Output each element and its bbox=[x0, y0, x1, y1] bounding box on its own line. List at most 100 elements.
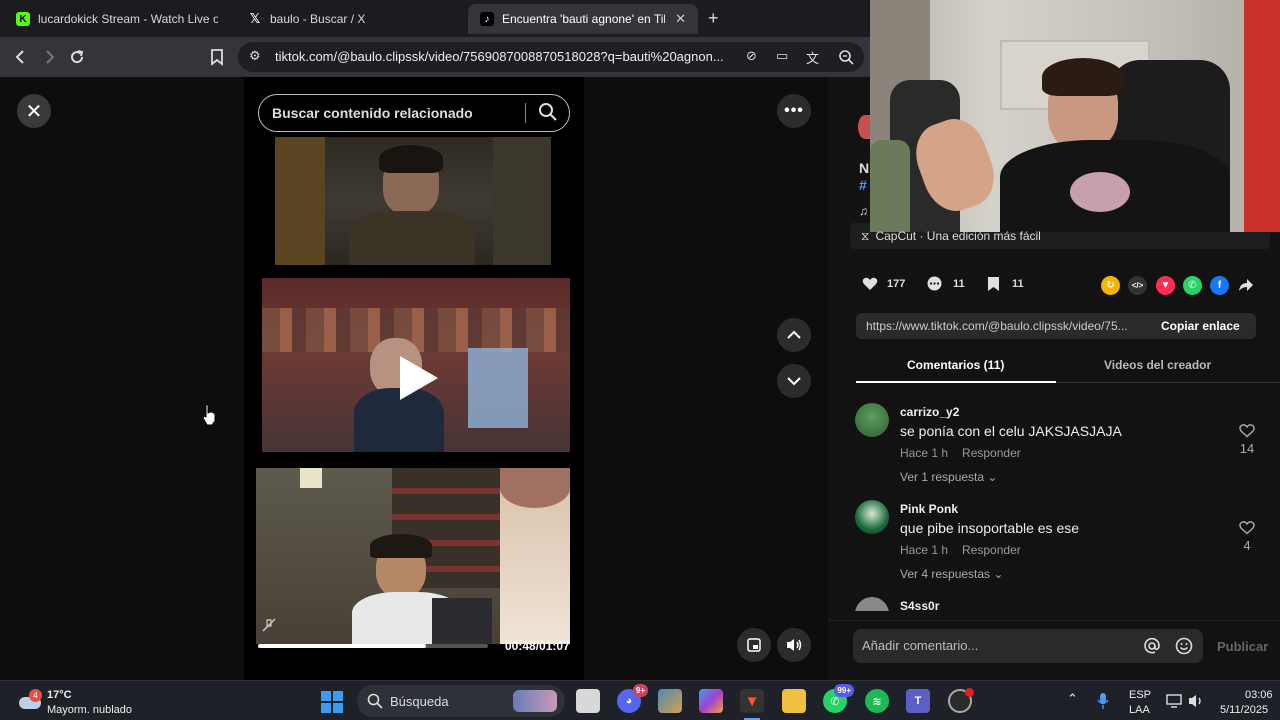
bookmark-icon[interactable] bbox=[209, 48, 225, 66]
weather-desc[interactable]: Mayorm. nublado bbox=[47, 704, 132, 716]
url-text[interactable]: tiktok.com/@baulo.clipssk/video/75690870… bbox=[275, 49, 731, 64]
comment-item: Pink Ponk que pibe insoportable es ese H… bbox=[855, 500, 1255, 581]
avatar[interactable] bbox=[855, 403, 889, 437]
zoom-icon[interactable] bbox=[838, 49, 854, 65]
clock-time[interactable]: 03:06 bbox=[1245, 689, 1273, 701]
previous-video-button[interactable] bbox=[777, 318, 811, 352]
heart-icon[interactable] bbox=[862, 276, 878, 291]
weather-badge: 4 bbox=[29, 689, 42, 702]
reply-button[interactable]: Responder bbox=[962, 543, 1021, 557]
emoji-icon[interactable] bbox=[1175, 637, 1193, 655]
discord-icon[interactable]: ◕ 9+ bbox=[617, 684, 648, 713]
facebook-icon[interactable]: f bbox=[1210, 276, 1229, 295]
tab-comments[interactable]: Comentarios (11) bbox=[907, 358, 1004, 372]
task-view-icon[interactable] bbox=[576, 689, 600, 713]
tab-title: Encuentra 'bauti agnone' en TikT bbox=[502, 12, 666, 26]
close-tab-icon[interactable]: ✕ bbox=[675, 11, 686, 27]
cast-icon[interactable]: ▭ bbox=[776, 48, 788, 64]
language-indicator[interactable]: ESP bbox=[1129, 689, 1151, 701]
comment-time: Hace 1 h bbox=[900, 543, 949, 557]
picture-in-picture-icon bbox=[747, 638, 761, 652]
avatar[interactable] bbox=[855, 597, 889, 611]
tab-creator-videos[interactable]: Videos del creador bbox=[1104, 358, 1211, 372]
publish-button[interactable]: Publicar bbox=[1217, 639, 1268, 654]
tiktok-icon: ♪ bbox=[480, 12, 494, 26]
reply-button[interactable]: Responder bbox=[962, 446, 1021, 460]
new-tab-button[interactable]: + bbox=[708, 8, 719, 29]
network-icon[interactable] bbox=[1166, 693, 1182, 709]
chevron-up-icon[interactable]: ⌃ bbox=[1067, 691, 1078, 707]
volume-button[interactable] bbox=[777, 628, 811, 662]
mute-mic-icon bbox=[262, 618, 276, 632]
play-icon[interactable] bbox=[392, 352, 444, 404]
next-video-button[interactable] bbox=[777, 364, 811, 398]
save-icon[interactable] bbox=[987, 276, 1000, 292]
volume-icon[interactable] bbox=[1188, 693, 1204, 709]
whatsapp-icon[interactable]: ✆ bbox=[1183, 276, 1202, 295]
comment-username[interactable]: carrizo_y2 bbox=[900, 405, 959, 419]
hand-cursor-icon bbox=[202, 404, 216, 426]
weather-widget[interactable]: 4 bbox=[17, 689, 43, 711]
comment-icon[interactable] bbox=[926, 276, 943, 292]
progress-bar[interactable] bbox=[258, 644, 488, 648]
video-thumbnail[interactable] bbox=[262, 278, 570, 452]
tab-x[interactable]: 𝕏 baulo - Buscar / X bbox=[236, 4, 464, 34]
browser-nav-bar: ⚙ tiktok.com/@baulo.clipssk/video/756908… bbox=[0, 37, 870, 77]
spotify-icon[interactable]: ≋ bbox=[865, 689, 889, 713]
streamer-hair bbox=[1042, 58, 1124, 96]
capcut-promo[interactable]: ⧖ CapCut · Una edición más fácil bbox=[861, 229, 1041, 244]
video-thumbnail[interactable] bbox=[256, 468, 570, 644]
teams-glyph: T bbox=[914, 695, 922, 707]
microphone-icon[interactable] bbox=[1097, 692, 1109, 710]
close-viewer-button[interactable]: ✕ bbox=[17, 94, 51, 128]
reload-icon[interactable] bbox=[68, 48, 86, 66]
back-arrow-icon[interactable] bbox=[13, 49, 29, 65]
video-thumbnail[interactable] bbox=[275, 137, 551, 265]
windows-start-icon[interactable] bbox=[321, 691, 343, 713]
x-icon: 𝕏 bbox=[249, 11, 261, 26]
address-bar[interactable]: ⚙ tiktok.com/@baulo.clipssk/video/756908… bbox=[238, 42, 864, 72]
comment-username[interactable]: S4ss0r bbox=[900, 599, 939, 611]
brave-browser-icon[interactable]: ▼ bbox=[740, 689, 764, 713]
comment-username[interactable]: Pink Ponk bbox=[900, 502, 958, 516]
whatsapp-icon[interactable]: ✆ 99+ bbox=[823, 684, 854, 713]
file-explorer-icon[interactable] bbox=[782, 689, 806, 713]
whatsapp-badge: 99+ bbox=[834, 684, 854, 697]
discord-glyph: ◕ bbox=[625, 695, 633, 707]
taskbar-search[interactable]: Búsqueda bbox=[357, 685, 565, 717]
obs-icon[interactable] bbox=[948, 688, 974, 713]
translate-icon[interactable]: 文 bbox=[806, 48, 819, 67]
comment-like-icon[interactable] bbox=[1239, 423, 1255, 438]
send-icon[interactable]: ▼ bbox=[1156, 276, 1175, 295]
forward-arrow-icon[interactable] bbox=[41, 49, 57, 65]
tab-kick[interactable]: K lucardokick Stream - Watch Live on K bbox=[4, 4, 230, 34]
copy-link-button[interactable]: Copiar enlace bbox=[1161, 319, 1240, 333]
search-icon[interactable] bbox=[537, 101, 559, 123]
site-settings-icon[interactable]: ⚙ bbox=[249, 48, 261, 64]
chevron-up-icon bbox=[787, 330, 801, 339]
weather-temp[interactable]: 17°C bbox=[47, 689, 72, 701]
teams-icon[interactable]: T bbox=[906, 689, 930, 713]
photo-app-icon[interactable] bbox=[658, 689, 682, 713]
floating-player-button[interactable] bbox=[737, 628, 771, 662]
comment-like-icon[interactable] bbox=[1239, 520, 1255, 535]
tab-tiktok[interactable]: ♪ Encuentra 'bauti agnone' en TikT ✕ bbox=[468, 4, 698, 34]
embed-icon[interactable]: </> bbox=[1128, 276, 1147, 295]
more-options-button[interactable]: ••• bbox=[777, 94, 811, 128]
keyboard-layout[interactable]: LAA bbox=[1129, 704, 1150, 716]
view-replies-button[interactable]: Ver 1 respuesta ⌄ bbox=[900, 470, 997, 484]
share-link-text[interactable]: https://www.tiktok.com/@baulo.clipssk/vi… bbox=[866, 319, 1148, 333]
search-input[interactable]: Buscar contenido relacionado bbox=[272, 105, 473, 121]
copilot-icon[interactable] bbox=[699, 689, 723, 713]
no-tracking-icon[interactable]: ⊘ bbox=[746, 48, 757, 64]
search-highlight-icon bbox=[513, 690, 557, 712]
clock-date[interactable]: 5/11/2025 bbox=[1220, 704, 1268, 716]
related-search-box[interactable]: Buscar contenido relacionado bbox=[258, 94, 570, 132]
mention-icon[interactable] bbox=[1143, 637, 1161, 655]
view-replies-button[interactable]: Ver 4 respuestas ⌄ bbox=[900, 567, 1003, 581]
avatar[interactable] bbox=[855, 500, 889, 534]
comment-text: que pibe insoportable es ese bbox=[900, 520, 1080, 536]
comment-input[interactable]: Añadir comentario... bbox=[853, 629, 1203, 663]
repost-icon[interactable]: ↻ bbox=[1101, 276, 1120, 295]
share-arrow-icon[interactable] bbox=[1238, 277, 1254, 293]
